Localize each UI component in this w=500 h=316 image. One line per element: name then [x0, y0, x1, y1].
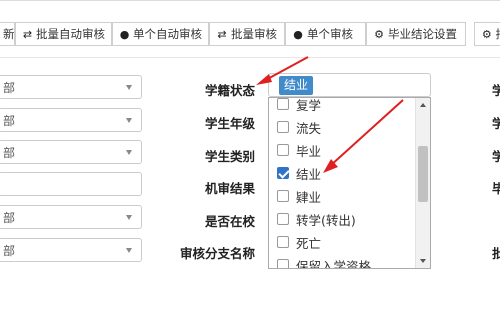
option-label: 保留入学资格 [296, 258, 372, 269]
new-button[interactable]: 新 [0, 22, 15, 46]
caret-down-icon [126, 150, 132, 155]
single-auto-review-button[interactable]: ● 单个自动审核 [112, 22, 209, 46]
checkbox[interactable] [277, 213, 289, 225]
option-label: 复学 [296, 97, 322, 113]
left-select-6[interactable]: 部 [0, 238, 142, 262]
batch-review-button[interactable]: ⇄ 批量审核 [209, 22, 285, 46]
left-select-5[interactable]: 部 [0, 205, 142, 229]
left-select-3-value: 部 [3, 145, 16, 160]
left-select-1-value: 部 [3, 80, 16, 95]
batch-auto-review-button[interactable]: ⇄ 批量自动审核 [15, 22, 112, 46]
checkbox[interactable] [277, 121, 289, 133]
option-label: 肄业 [296, 189, 322, 205]
single-auto-review-label: 单个自动审核 [133, 27, 202, 41]
right-label-3: 学 [492, 149, 500, 164]
review-branch-name-label: 审核分支名称 [179, 246, 255, 261]
left-select-2[interactable]: 部 [0, 108, 142, 132]
single-review-label: 单个审核 [307, 27, 353, 41]
left-select-5-value: 部 [3, 210, 16, 225]
batch-auto-review-label: 批量自动审核 [36, 27, 105, 41]
right-label-2: 学 [492, 116, 500, 131]
student-category-label: 学生类别 [204, 149, 255, 164]
left-select-2-value: 部 [3, 113, 16, 128]
droplet-icon: ● [293, 27, 303, 41]
option-label: 流失 [296, 120, 322, 136]
list-item[interactable]: 保留入学资格 [269, 254, 415, 269]
option-label: 结业 [296, 166, 322, 182]
left-text-input[interactable] [0, 172, 142, 196]
student-grade-label: 学生年级 [204, 116, 255, 131]
checkbox[interactable] [277, 259, 289, 268]
exchange-icon: ⇄ [22, 27, 33, 41]
checkbox[interactable] [277, 144, 289, 156]
machine-review-result-label: 机审结果 [204, 181, 255, 196]
list-item[interactable]: 结业 [269, 162, 415, 184]
option-label: 毕业 [296, 143, 322, 159]
scroll-down-icon[interactable] [420, 259, 426, 263]
single-review-button[interactable]: ● 单个审核 [285, 22, 366, 46]
graduation-settings-button[interactable]: ⚙ 毕业结论设置 [366, 22, 466, 46]
option-label: 转学(转出) [296, 212, 356, 228]
caret-down-icon [126, 215, 132, 220]
toolbar-divider [0, 57, 500, 58]
graduation-settings-label: 毕业结论设置 [388, 27, 457, 41]
selected-status-tag[interactable]: 结业 [279, 76, 314, 95]
list-item[interactable]: 毕业 [269, 139, 415, 161]
caret-down-icon [126, 248, 132, 253]
toolbar: 新 ⇄ 批量自动审核 ● 单个自动审核 ⇄ 批量审核 ● 单个审核 ⚙ 毕业结论… [0, 0, 500, 46]
droplet-icon: ● [119, 27, 130, 41]
caret-down-icon [126, 85, 132, 90]
list-item[interactable]: 肄业 [269, 185, 415, 207]
in-school-label: 是否在校 [204, 214, 255, 229]
toolbar-top-border [0, 0, 500, 1]
batch-review-label: 批量审核 [231, 27, 277, 41]
list-item[interactable]: 死亡 [269, 231, 415, 253]
right-label-6: 批 [492, 246, 500, 261]
right-label-1: 学 [492, 83, 500, 98]
left-select-6-value: 部 [3, 243, 16, 258]
scrollbar-thumb[interactable] [418, 146, 428, 202]
caret-down-icon [126, 118, 132, 123]
enrollment-status-dropdown[interactable]: 复学 流失 毕业 结业 肄业 转学(转出) 死亡 保留入学资格 [268, 97, 431, 269]
right-label-4: 毕 [492, 181, 500, 196]
new-button-label: 新 [3, 27, 15, 41]
left-select-1[interactable]: 部 [0, 75, 142, 99]
checkbox[interactable] [277, 190, 289, 202]
scroll-up-icon[interactable] [420, 103, 426, 107]
left-select-3[interactable]: 部 [0, 140, 142, 164]
checkbox-checked[interactable] [277, 167, 289, 179]
list-item[interactable]: 流失 [269, 116, 415, 138]
gear-icon: ⚙ [374, 27, 384, 41]
batch-settings-button[interactable]: ⚙ 批 [474, 22, 500, 46]
checkbox[interactable] [277, 98, 289, 110]
exchange-icon: ⇄ [217, 27, 227, 41]
gear-icon: ⚙ [481, 27, 492, 41]
batch-settings-label: 批 [496, 26, 500, 42]
option-label: 死亡 [296, 235, 322, 251]
checkbox[interactable] [277, 236, 289, 248]
list-item[interactable]: 复学 [269, 97, 415, 115]
enrollment-status-label: 学籍状态 [204, 83, 255, 98]
list-item[interactable]: 转学(转出) [269, 208, 415, 230]
dropdown-scrollbar[interactable] [415, 98, 430, 268]
